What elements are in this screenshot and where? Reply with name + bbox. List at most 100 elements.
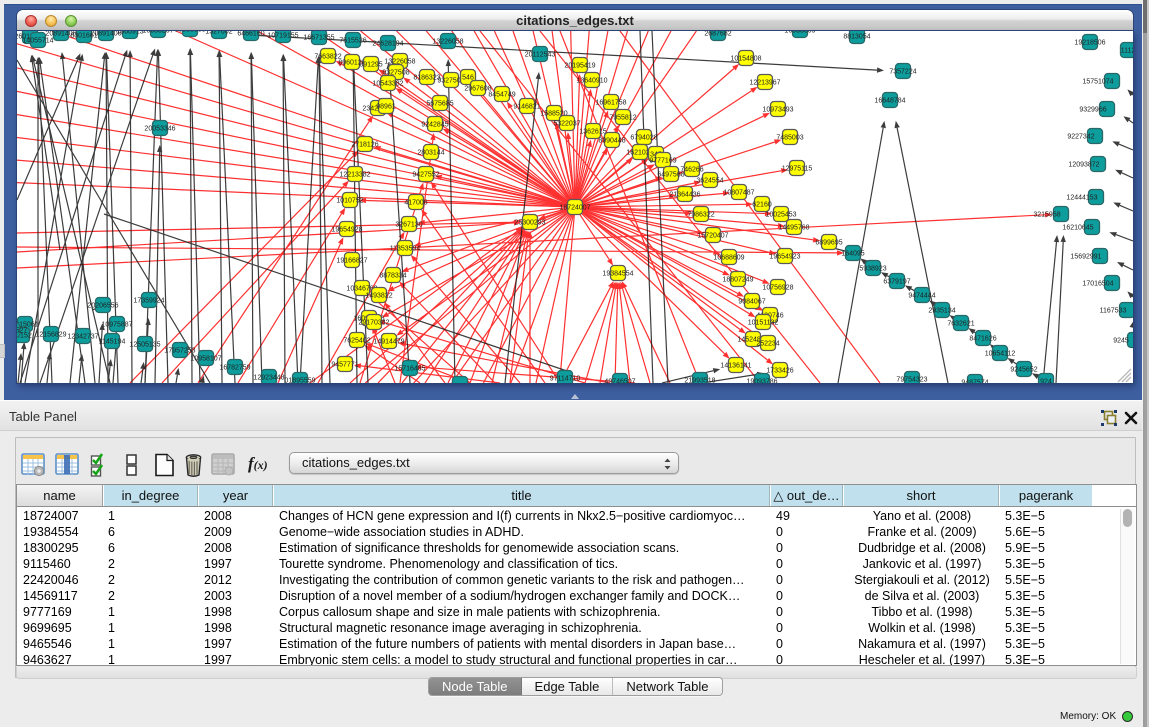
svg-text:12505135: 12505135 (129, 342, 160, 349)
svg-text:12213967: 12213967 (749, 80, 780, 87)
svg-text:16782759: 16782759 (219, 365, 250, 372)
svg-text:924: 924 (1040, 379, 1052, 384)
svg-text:11862527: 11862527 (17, 328, 27, 335)
svg-text:62160: 62160 (752, 202, 772, 209)
svg-text:16648784: 16648784 (874, 98, 905, 105)
svg-text:19654923: 19654923 (769, 254, 800, 261)
svg-text:20053346: 20053346 (144, 126, 175, 133)
svg-text:2803144: 2803144 (417, 150, 444, 157)
svg-text:891295: 891295 (359, 62, 382, 69)
svg-text:9329966: 9329966 (1079, 107, 1106, 114)
svg-text:21993518: 21993518 (684, 378, 715, 384)
svg-text:2935134: 2935134 (928, 308, 955, 315)
svg-text:19218506: 19218506 (1074, 40, 1105, 47)
svg-text:19654928: 19654928 (331, 227, 362, 234)
svg-text:10756928: 10756928 (762, 285, 793, 292)
svg-text:6466160: 6466160 (237, 31, 264, 38)
svg-text:1493822: 1493822 (365, 293, 392, 300)
svg-text:14914479: 14914479 (373, 339, 404, 346)
svg-text:16671355: 16671355 (303, 35, 334, 42)
svg-text:1327602: 1327602 (205, 31, 232, 36)
svg-text:7515526: 7515526 (339, 38, 366, 45)
svg-text:20195419: 20195419 (564, 63, 595, 70)
svg-text:24628194: 24628194 (372, 41, 403, 48)
svg-text:15716485: 15716485 (394, 366, 425, 373)
svg-text:2718126: 2718126 (351, 142, 378, 149)
svg-text:10975887: 10975887 (101, 322, 132, 329)
svg-text:7357224: 7357224 (889, 69, 916, 76)
svg-text:12444153: 12444153 (1066, 195, 1097, 202)
svg-text:9777169: 9777169 (649, 158, 676, 165)
svg-text:3215958: 3215958 (1033, 212, 1060, 219)
svg-text:12156829: 12156829 (35, 332, 66, 339)
svg-text:20112543: 20112543 (525, 52, 556, 59)
svg-text:10807487: 10807487 (723, 190, 754, 197)
svg-text:7955812: 7955812 (609, 115, 636, 122)
svg-text:6899695: 6899695 (815, 240, 842, 247)
svg-text:6379197: 6379197 (883, 279, 910, 286)
svg-text:10543382: 10543382 (372, 81, 403, 88)
svg-text:16033809: 16033809 (784, 31, 815, 35)
svg-text:18807249: 18807249 (722, 277, 753, 284)
svg-text:2687682: 2687682 (704, 31, 731, 38)
svg-text:15720407: 15720407 (697, 233, 728, 240)
svg-text:417006: 417006 (404, 200, 427, 207)
svg-text:10653267: 10653267 (142, 31, 173, 35)
svg-text:13226058: 13226058 (432, 39, 463, 46)
svg-text:7632621: 7632621 (947, 321, 974, 328)
svg-text:9457771: 9457771 (331, 362, 358, 369)
svg-text:18724007: 18724007 (559, 205, 590, 212)
svg-text:21364436: 21364436 (669, 192, 700, 199)
svg-text:9427552: 9427552 (412, 172, 439, 179)
svg-text:10654112: 10654112 (985, 351, 1016, 358)
svg-text:9474444: 9474444 (908, 293, 935, 300)
svg-text:8471626: 8471626 (969, 336, 996, 343)
svg-text:8878334: 8878334 (379, 273, 406, 280)
svg-text:10151132: 10151132 (748, 320, 779, 327)
svg-text:9245: 9245 (1113, 338, 1129, 345)
svg-text:10719155: 10719155 (267, 33, 298, 40)
svg-text:12093872: 12093872 (1068, 162, 1099, 169)
svg-text:3267130: 3267130 (395, 222, 422, 229)
svg-text:10025453: 10025453 (765, 212, 796, 219)
svg-text:98961: 98961 (376, 104, 396, 111)
svg-text:17957253: 17957253 (164, 348, 195, 355)
svg-text:7485003: 7485003 (776, 135, 803, 142)
svg-text:9245652: 9245652 (1010, 367, 1037, 374)
svg-text:9242845: 9242845 (421, 122, 448, 129)
svg-text:1145194: 1145194 (99, 339, 126, 346)
svg-text:19093786: 19093786 (746, 379, 777, 384)
svg-text:13640910: 13640910 (576, 78, 607, 85)
svg-text:97114710: 97114710 (550, 376, 581, 383)
svg-text:29170342: 29170342 (358, 320, 389, 327)
svg-text:9487574: 9487574 (961, 380, 988, 384)
svg-text:746266: 746266 (680, 167, 703, 174)
svg-text:12342737: 12342737 (67, 334, 98, 341)
svg-text:17359924: 17359924 (133, 298, 164, 305)
svg-text:14136141: 14136141 (720, 363, 751, 370)
svg-text:12213382: 12213382 (339, 172, 370, 179)
svg-text:1167533: 1167533 (1100, 308, 1127, 315)
svg-text:14055714: 14055714 (22, 38, 53, 45)
svg-text:17016504: 17016504 (1082, 281, 1113, 288)
svg-text:9146821: 9146821 (513, 104, 540, 111)
svg-text:1362615: 1362615 (579, 129, 606, 136)
svg-text:79754323: 79754323 (896, 377, 927, 384)
svg-text:252234: 252234 (756, 341, 779, 348)
svg-text:15751074: 15751074 (1082, 79, 1113, 86)
svg-text:10154808: 10154808 (730, 56, 761, 63)
svg-text:25300293: 25300293 (514, 220, 545, 227)
svg-text:7625402: 7625402 (343, 338, 370, 345)
svg-text:8813054: 8813054 (843, 34, 870, 41)
svg-text:9227342: 9227342 (1067, 134, 1094, 141)
svg-text:14495768: 14495768 (778, 225, 809, 232)
svg-text:11353594: 11353594 (390, 246, 421, 253)
svg-text:19166827: 19166827 (336, 258, 367, 265)
svg-text:12975115: 12975115 (782, 166, 813, 173)
svg-text:20206556: 20206556 (87, 303, 118, 310)
svg-text:1733426: 1733426 (766, 368, 793, 375)
svg-text:9084067: 9084067 (738, 299, 765, 306)
svg-text:1010752: 1010752 (336, 198, 363, 205)
svg-text:5938923: 5938923 (859, 266, 886, 273)
svg-text:16210645: 16210645 (1062, 225, 1093, 232)
